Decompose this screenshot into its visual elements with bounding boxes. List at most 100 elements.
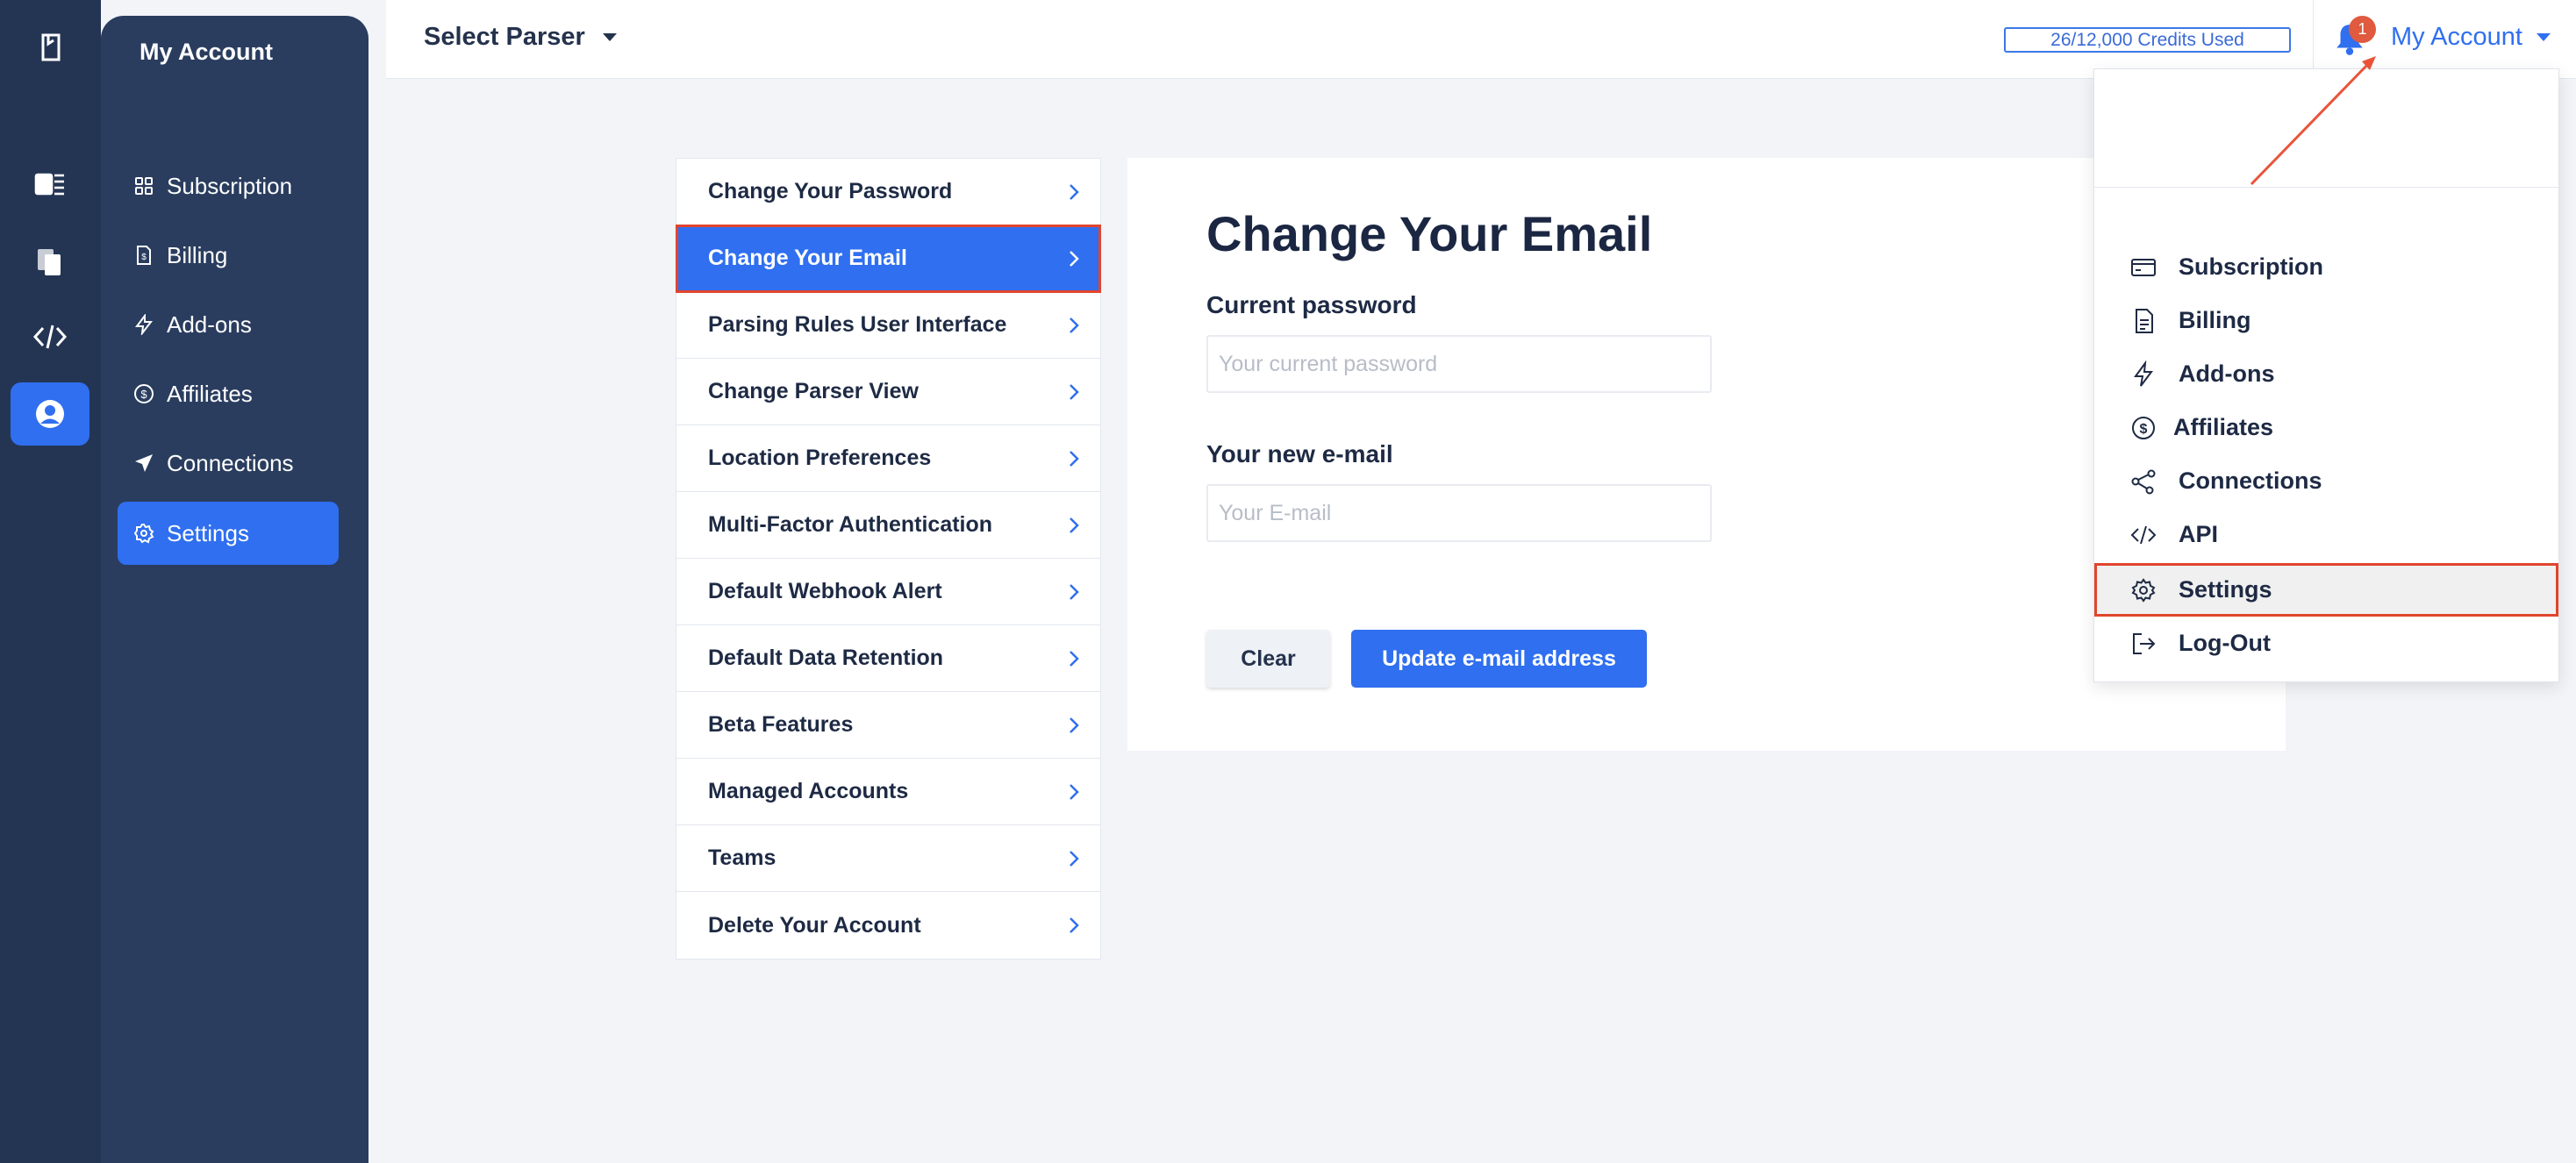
settings-item-label: Change Your Password xyxy=(708,179,953,203)
bolt-icon xyxy=(2134,360,2153,387)
notification-badge: 1 xyxy=(2349,16,2376,43)
dropdown-item-addons[interactable]: Add-ons xyxy=(2094,347,2558,401)
dropdown-item-label: Add-ons xyxy=(2179,360,2275,387)
settings-item-change-email[interactable]: Change Your Email xyxy=(676,225,1101,293)
dropdown-item-settings[interactable]: Settings xyxy=(2094,563,2558,617)
settings-item-managed-accounts[interactable]: Managed Accounts xyxy=(676,759,1100,825)
chevron-right-icon xyxy=(1070,317,1079,333)
account-dropdown-menu: Subscription Billing Add-ons $ Affiliate… xyxy=(2093,68,2559,682)
my-account-label: My Account xyxy=(2391,23,2522,51)
settings-item-default-data-retention[interactable]: Default Data Retention xyxy=(676,625,1100,692)
settings-item-location-preferences[interactable]: Location Preferences xyxy=(676,425,1100,492)
notifications-button[interactable]: 1 xyxy=(2331,16,2377,60)
sidebar-item-label: Settings xyxy=(167,519,249,546)
clear-button[interactable]: Clear xyxy=(1206,630,1330,688)
dropdown-item-label: Settings xyxy=(2179,576,2272,603)
new-email-label: Your new e-mail xyxy=(1206,440,1393,467)
gear-icon xyxy=(2131,577,2156,603)
chevron-right-icon xyxy=(1070,250,1079,267)
bolt-icon xyxy=(135,314,154,335)
settings-item-beta-features[interactable]: Beta Features xyxy=(676,692,1100,759)
card-icon xyxy=(2131,258,2156,276)
svg-text:$: $ xyxy=(141,253,147,262)
divider xyxy=(2094,187,2558,188)
divider xyxy=(2313,0,2314,79)
chevron-right-icon xyxy=(1070,183,1079,200)
svg-text:$: $ xyxy=(2140,422,2148,437)
chevron-right-icon xyxy=(1070,517,1079,533)
sidebar-item-addons[interactable]: Add-ons xyxy=(118,293,339,356)
top-bar: Select Parser 26/12,000 Credits Used 1 M… xyxy=(386,0,2576,79)
select-parser-dropdown[interactable]: Select Parser xyxy=(424,23,617,52)
chevron-right-icon xyxy=(1070,850,1079,867)
gear-icon xyxy=(133,524,154,544)
code-icon[interactable] xyxy=(11,305,89,368)
logo-icon[interactable] xyxy=(11,16,89,79)
send-icon xyxy=(135,454,153,472)
dollar-circle-icon: $ xyxy=(134,384,154,403)
my-account-menu[interactable]: My Account xyxy=(2391,23,2551,52)
chevron-right-icon xyxy=(1070,783,1079,800)
current-password-field[interactable] xyxy=(1206,335,1712,393)
documents-icon[interactable] xyxy=(11,230,89,293)
account-sidebar: My Account Subscription $ Billing Add-on… xyxy=(101,16,369,1163)
sidebar-item-subscription[interactable]: Subscription xyxy=(118,154,339,218)
settings-item-label: Teams xyxy=(708,845,776,870)
settings-item-label: Change Your Email xyxy=(708,246,907,270)
settings-item-change-password[interactable]: Change Your Password xyxy=(676,159,1100,225)
sidebar-item-billing[interactable]: $ Billing xyxy=(118,224,339,287)
sidebar-item-label: Affiliates xyxy=(167,380,253,407)
dollar-circle-icon: $ xyxy=(2132,416,2155,439)
dropdown-item-connections[interactable]: Connections xyxy=(2094,454,2558,508)
settings-menu: Change Your Password Change Your Email P… xyxy=(676,158,1101,960)
settings-item-change-parser-view[interactable]: Change Parser View xyxy=(676,359,1100,425)
logout-icon xyxy=(2133,632,2156,654)
new-email-field[interactable] xyxy=(1206,484,1712,542)
sidebar-title: My Account xyxy=(140,39,274,65)
sidebar-item-connections[interactable]: Connections xyxy=(118,432,339,495)
dropdown-item-label: Connections xyxy=(2179,467,2322,494)
settings-item-teams[interactable]: Teams xyxy=(676,825,1100,892)
dropdown-item-label: Billing xyxy=(2179,307,2251,333)
dropdown-item-affiliates[interactable]: $ Affiliates xyxy=(2094,401,2558,454)
settings-item-parsing-rules-ui[interactable]: Parsing Rules User Interface xyxy=(676,292,1100,359)
icon-rail xyxy=(0,0,101,1163)
settings-item-label: Beta Features xyxy=(708,712,854,737)
chevron-right-icon xyxy=(1070,650,1079,667)
settings-item-label: Managed Accounts xyxy=(708,779,909,803)
credits-usage-bar: 26/12,000 Credits Used xyxy=(2004,27,2291,53)
dropdown-item-label: Subscription xyxy=(2179,253,2324,280)
sidebar-item-affiliates[interactable]: $ Affiliates xyxy=(118,362,339,425)
settings-item-default-webhook-alert[interactable]: Default Webhook Alert xyxy=(676,559,1100,625)
parsers-icon[interactable] xyxy=(11,153,89,216)
account-icon[interactable] xyxy=(11,382,89,446)
settings-item-label: Parsing Rules User Interface xyxy=(708,312,1007,337)
dropdown-item-label: API xyxy=(2179,521,2219,547)
current-password-label: Current password xyxy=(1206,291,1417,318)
code-icon xyxy=(2130,525,2157,544)
share-icon xyxy=(2131,469,2156,494)
dropdown-item-api[interactable]: API xyxy=(2094,508,2558,561)
document-icon xyxy=(2136,308,2153,333)
settings-item-delete-account[interactable]: Delete Your Account xyxy=(676,892,1100,959)
dropdown-item-logout[interactable]: Log-Out xyxy=(2094,617,2558,670)
settings-item-label: Delete Your Account xyxy=(708,912,921,938)
sidebar-item-label: Add-ons xyxy=(167,310,252,338)
sidebar-item-label: Connections xyxy=(167,449,294,476)
settings-item-mfa[interactable]: Multi-Factor Authentication xyxy=(676,492,1100,559)
settings-item-label: Default Data Retention xyxy=(708,646,944,670)
settings-item-label: Multi-Factor Authentication xyxy=(708,512,993,537)
svg-text:$: $ xyxy=(140,388,147,401)
settings-item-label: Default Webhook Alert xyxy=(708,579,942,603)
select-parser-label: Select Parser xyxy=(424,23,585,51)
sidebar-item-settings[interactable]: Settings xyxy=(118,502,339,565)
chevron-right-icon xyxy=(1070,383,1079,400)
dropdown-item-billing[interactable]: Billing xyxy=(2094,294,2558,347)
dropdown-item-subscription[interactable]: Subscription xyxy=(2094,240,2558,294)
invoice-icon: $ xyxy=(137,246,151,265)
dropdown-item-label: Log-Out xyxy=(2179,630,2271,656)
chevron-right-icon xyxy=(1070,917,1079,933)
update-email-button[interactable]: Update e-mail address xyxy=(1351,630,1647,688)
credits-label: 26/12,000 Credits Used xyxy=(2050,29,2244,50)
grid-icon xyxy=(135,177,153,195)
